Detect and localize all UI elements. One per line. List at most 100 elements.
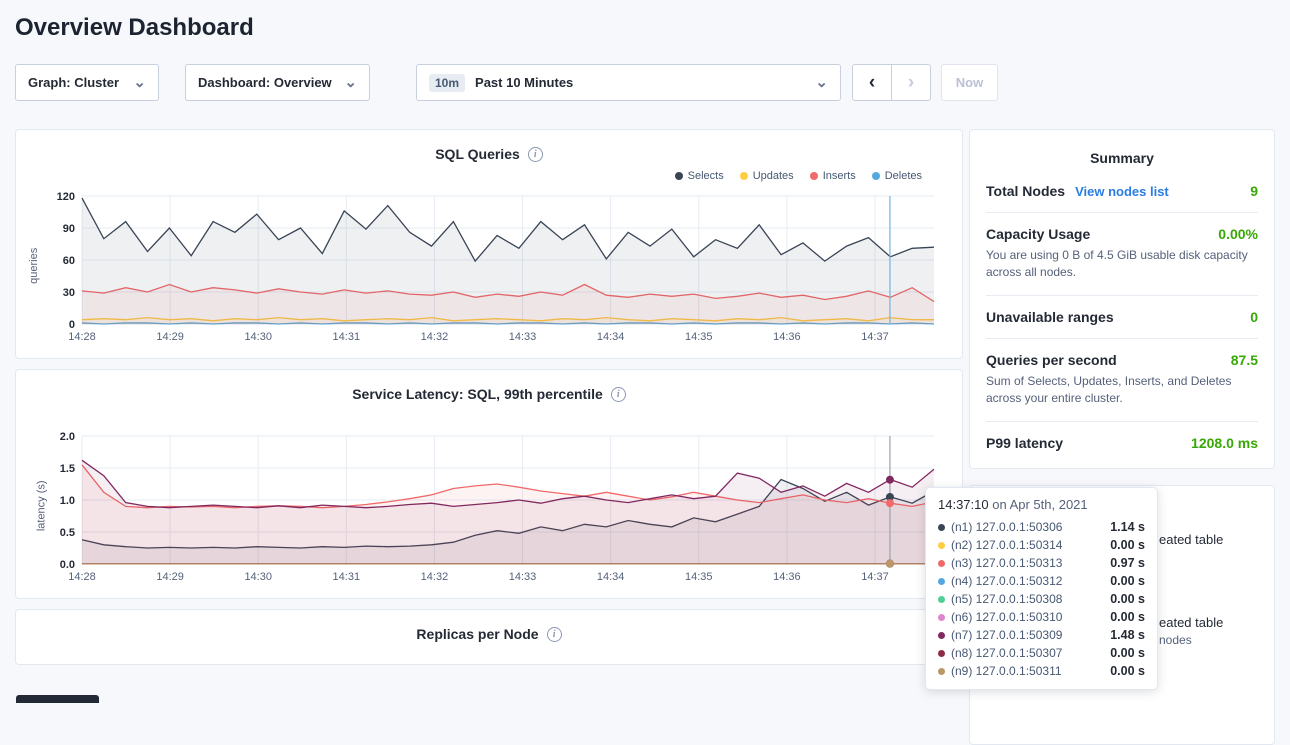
svg-text:90: 90 [63,223,75,235]
time-range-dropdown[interactable]: 10m Past 10 Minutes ⌄ [416,64,841,101]
info-icon[interactable]: i [547,627,562,642]
page-title: Overview Dashboard [15,14,1275,42]
summary-label: Queries per second [986,352,1117,368]
time-next-button[interactable]: › [891,64,931,101]
sql-queries-panel: SQL Queries i Selects Updates Inserts Delet… [15,129,963,359]
now-button[interactable]: Now [941,64,998,101]
graph-dropdown[interactable]: Graph: Cluster ⌄ [15,64,159,101]
node-color-dot [938,632,945,639]
node-value: 0.97 s [1110,556,1145,570]
svg-text:14:34: 14:34 [597,331,625,343]
legend-item[interactable]: Updates [740,170,794,182]
node-label: (n6) 127.0.0.1:50310 [951,610,1062,624]
summary-value: 0.00% [1218,226,1258,242]
node-label: (n9) 127.0.0.1:50311 [951,664,1062,678]
legend-dot [740,172,748,180]
y-axis-label: queries [28,248,40,284]
svg-text:14:35: 14:35 [685,571,713,583]
info-icon[interactable]: i [611,387,626,402]
tooltip-row: (n3) 127.0.0.1:50313 0.97 s [938,554,1145,572]
legend-label: Inserts [823,170,856,182]
summary-row-p99: P99 latency 1208.0 ms [986,422,1258,464]
chart-title: Replicas per Node i [32,610,946,644]
legend-item[interactable]: Inserts [810,170,856,182]
svg-text:0: 0 [69,319,75,331]
legend-item[interactable]: Deletes [872,170,922,182]
svg-text:1.0: 1.0 [60,495,75,507]
event-fragment: nodes [1159,633,1192,647]
svg-text:14:28: 14:28 [68,331,96,343]
node-label: (n3) 127.0.0.1:50313 [951,556,1062,570]
legend-item[interactable]: Selects [675,170,724,182]
tooltip-row: (n2) 127.0.0.1:503140.00 s [938,536,1145,554]
legend-dot [675,172,683,180]
summary-value: 87.5 [1231,352,1258,368]
time-range-label: Past 10 Minutes [475,75,573,90]
node-value: 1.14 s [1110,520,1145,534]
sql-latency-chart[interactable]: 0.00.51.01.52.014:2814:2914:3014:3114:32… [46,428,946,586]
sql-latency-panel: Service Latency: SQL, 99th percentile i … [15,369,963,599]
chart-title: SQL Queries i [32,130,946,164]
svg-text:30: 30 [63,287,75,299]
chart-title-text: Service Latency: SQL, 99th percentile [352,386,603,402]
summary-title: Summary [986,142,1258,170]
chart-hover-tooltip: 14:37:10 on Apr 5th, 2021 (n1) 127.0.0.1… [925,487,1158,690]
legend-label: Selects [688,170,724,182]
node-label: (n7) 127.0.0.1:50309 [951,628,1062,642]
svg-text:14:37: 14:37 [861,571,889,583]
svg-text:14:34: 14:34 [597,571,625,583]
svg-text:14:30: 14:30 [244,571,272,583]
svg-text:14:31: 14:31 [333,571,361,583]
summary-row-unavailable-ranges: Unavailable ranges 0 [986,296,1258,339]
node-value: 0.00 s [1110,538,1145,552]
chevron-left-icon: ‹ [869,72,875,94]
node-label: (n5) 127.0.0.1:50308 [951,592,1062,606]
time-prev-button[interactable]: ‹ [852,64,892,101]
chevron-down-icon: ⌄ [344,75,357,90]
dashboard-dropdown-label: Dashboard: Overview [198,75,332,90]
view-nodes-link[interactable]: View nodes list [1075,184,1169,199]
tooltip-row: (n9) 127.0.0.1:503110.00 s [938,662,1145,680]
chevron-right-icon: › [908,72,914,94]
svg-text:0.0: 0.0 [60,559,75,571]
svg-text:14:33: 14:33 [509,331,537,343]
summary-subtext: Sum of Selects, Updates, Inserts, and De… [986,373,1258,408]
node-label: (n4) 127.0.0.1:50312 [951,574,1062,588]
svg-text:14:29: 14:29 [156,331,184,343]
svg-text:14:28: 14:28 [68,571,96,583]
tooltip-date: on Apr 5th, 2021 [989,497,1088,512]
svg-text:120: 120 [57,191,75,203]
time-nav-group: ‹ › [852,64,931,101]
event-fragment: eated table [1159,615,1223,630]
summary-label: Total Nodes [986,183,1065,199]
svg-text:14:30: 14:30 [244,331,272,343]
tooltip-row: (n1) 127.0.0.1:50306 1.14 s [938,518,1145,536]
node-value: 0.00 s [1110,574,1145,588]
node-value: 0.00 s [1110,610,1145,624]
summary-label: Unavailable ranges [986,309,1114,325]
tooltip-row: (n5) 127.0.0.1:503080.00 s [938,590,1145,608]
tooltip-header: 14:37:10 on Apr 5th, 2021 [938,497,1145,512]
svg-text:60: 60 [63,255,75,267]
summary-panel: Summary Total Nodes View nodes list 9 Ca… [969,129,1275,469]
node-color-dot [938,650,945,657]
tooltip-row: (n4) 127.0.0.1:50312 0.00 s [938,572,1145,590]
svg-text:14:33: 14:33 [509,571,537,583]
node-value: 0.00 s [1110,646,1145,660]
node-color-dot [938,596,945,603]
sql-queries-chart[interactable]: 030609012014:2814:2914:3014:3114:3214:33… [46,188,946,346]
chart-title-text: SQL Queries [435,146,520,162]
dashboard-dropdown[interactable]: Dashboard: Overview ⌄ [185,64,370,101]
chart-title: Service Latency: SQL, 99th percentile i [32,370,946,404]
info-icon[interactable]: i [528,147,543,162]
node-color-dot [938,524,945,531]
svg-text:1.5: 1.5 [60,463,75,475]
node-color-dot [938,668,945,675]
summary-value: 1208.0 ms [1191,435,1258,451]
svg-text:14:36: 14:36 [773,571,801,583]
summary-value: 0 [1250,309,1258,325]
summary-row-capacity: Capacity Usage 0.00% You are using 0 B o… [986,213,1258,296]
node-label: (n1) 127.0.0.1:50306 [951,520,1062,534]
node-label: (n8) 127.0.0.1:50307 [951,646,1062,660]
svg-text:2.0: 2.0 [60,431,75,443]
